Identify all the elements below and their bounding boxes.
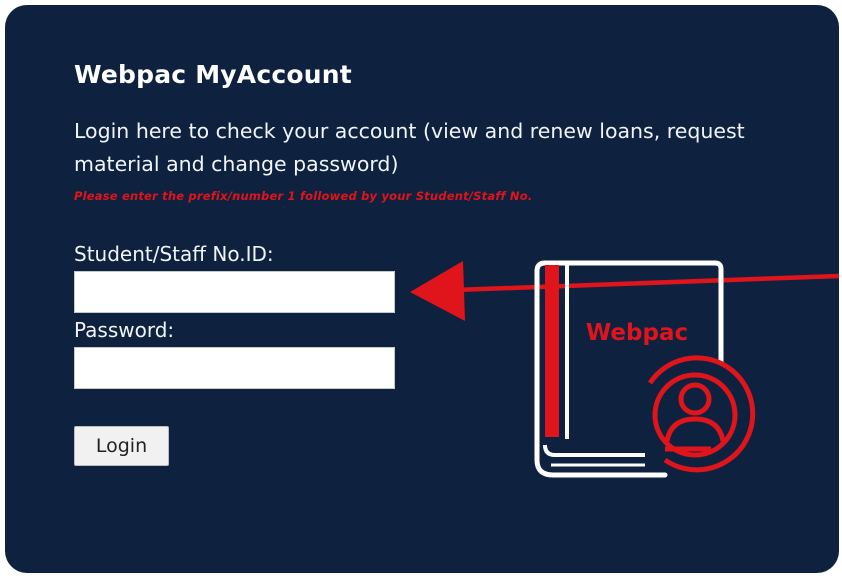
login-panel: Webpac MyAccount Login here to check you… [5,5,839,573]
password-input[interactable] [74,347,395,389]
student-id-input[interactable] [74,271,395,313]
password-label: Password: [74,318,175,342]
login-description: Login here to check your account (view a… [74,119,745,176]
book-user-illustration: Webpac [534,260,756,478]
book-label: Webpac [586,320,688,346]
page-title: Webpac MyAccount [74,60,352,89]
student-id-label: Student/Staff No.ID: [74,242,274,266]
user-account-icon [639,355,756,473]
prefix-notice: Please enter the prefix/number 1 followe… [74,189,533,203]
login-button[interactable]: Login [74,426,169,466]
